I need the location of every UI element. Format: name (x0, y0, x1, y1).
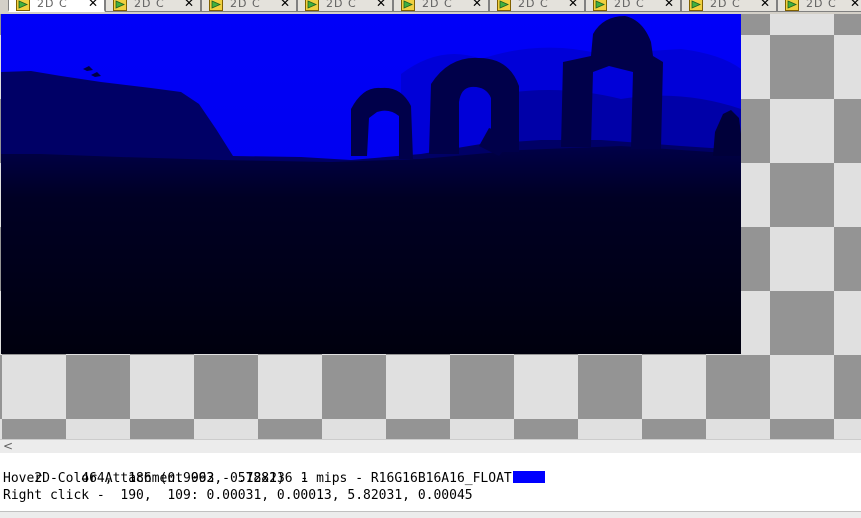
close-icon[interactable]: ✕ (760, 0, 770, 10)
ground (1, 146, 741, 354)
tab-2d-color-5[interactable]: 2D C ✕ (393, 0, 489, 12)
right-click-readout: Right click - 190, 109: 0.00031, 0.00013… (3, 488, 473, 503)
tab-2d-color-1[interactable]: 2D C ✕ (8, 0, 105, 12)
close-icon[interactable]: ✕ (568, 0, 578, 10)
tab-2d-color-7[interactable]: 2D C ✕ (585, 0, 681, 12)
tab-2d-color-4[interactable]: 2D C ✕ (297, 0, 393, 12)
texture-icon (16, 0, 30, 11)
tab-label: 2D C (134, 0, 165, 10)
tab-2d-color-6[interactable]: 2D C ✕ (489, 0, 585, 12)
texture-icon (401, 0, 415, 11)
tab-2d-color-8[interactable]: 2D C ✕ (681, 0, 777, 12)
close-icon[interactable]: ✕ (664, 0, 674, 10)
horizontal-scrollbar[interactable]: < (0, 439, 861, 453)
tab-label: 2D C (422, 0, 453, 10)
tab-label: 2D C (806, 0, 837, 10)
scroll-left-arrow-icon[interactable]: < (3, 440, 13, 453)
tab-label: 2D C (518, 0, 549, 10)
close-icon[interactable]: ✕ (280, 0, 290, 10)
texture-preview[interactable] (1, 14, 741, 354)
tab-label: 2D C (326, 0, 357, 10)
tab-2d-color-3[interactable]: 2D C ✕ (201, 0, 297, 12)
close-icon[interactable]: ✕ (850, 0, 860, 10)
tab-2d-color-2[interactable]: 2D C ✕ (105, 0, 201, 12)
close-icon[interactable]: ✕ (376, 0, 386, 10)
texture-icon (497, 0, 511, 11)
pixel-color-swatch (512, 471, 545, 483)
window-bottom-edge (0, 511, 861, 518)
tab-label: 2D C (614, 0, 645, 10)
tab-bar: 2D C ✕ 2D C ✕ 2D C ✕ 2D C ✕ 2D C ✕ 2D C … (0, 0, 861, 15)
close-icon[interactable]: ✕ (88, 0, 98, 10)
texture-icon (593, 0, 607, 11)
close-icon[interactable]: ✕ (184, 0, 194, 10)
tab-label: 2D C (230, 0, 261, 10)
texture-viewer[interactable] (0, 14, 861, 439)
texture-icon (305, 0, 319, 11)
close-icon[interactable]: ✕ (472, 0, 482, 10)
status-bar: 2D Color Attachment 992 - 512x236 1 mips… (0, 453, 861, 511)
texture-info-line: 2D Color Attachment 992 - 512x236 1 mips… (3, 453, 545, 486)
tab-label: 2D C (710, 0, 741, 10)
tab-2d-color-9[interactable]: 2D C ✕ (777, 0, 861, 12)
tab-label: 2D C (37, 0, 68, 10)
texture-icon (689, 0, 703, 11)
texture-icon (785, 0, 799, 11)
texture-icon (209, 0, 223, 11)
hover-readout: Hover - 464, 186 (0.9063, 0.7881) - (3, 471, 309, 486)
texture-icon (113, 0, 127, 11)
